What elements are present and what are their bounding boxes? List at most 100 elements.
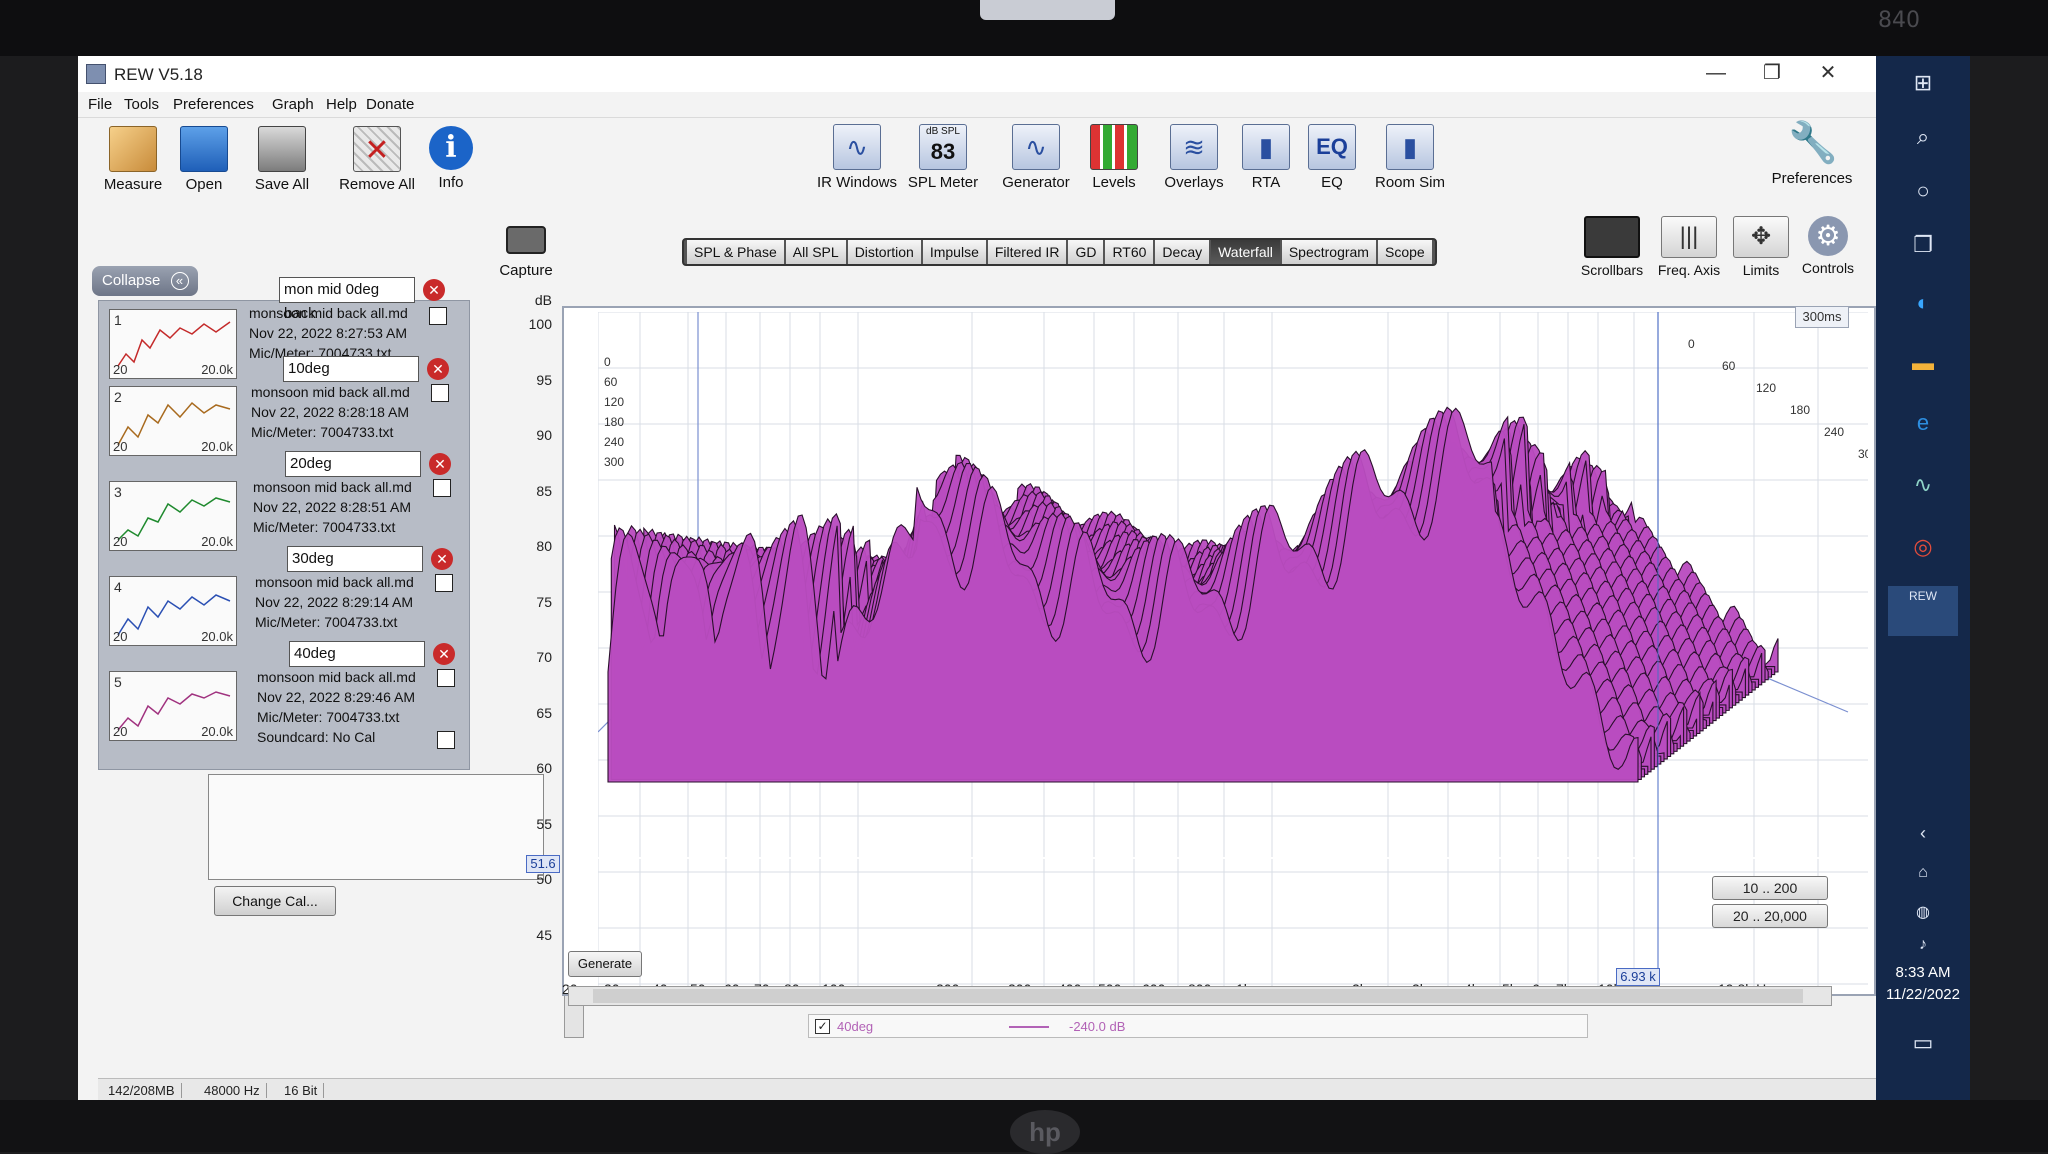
time-tick-left: 0 bbox=[604, 355, 611, 369]
waterfall-chart[interactable]: 0 60 120 180 240 300 0 60 120 180 240 300 bbox=[598, 312, 1868, 986]
room-sim-button[interactable]: ▮ Room Sim bbox=[1368, 124, 1452, 191]
tab-spectrogram[interactable]: Spectrogram bbox=[1281, 240, 1376, 264]
save-all-button[interactable]: Save All bbox=[248, 126, 316, 193]
file-explorer-icon[interactable]: ▬ bbox=[1906, 346, 1940, 380]
remove-measurement-icon[interactable]: ✕ bbox=[423, 279, 445, 301]
menu-preferences[interactable]: Preferences bbox=[173, 96, 254, 113]
limits-button[interactable]: ✥ Limits bbox=[1728, 216, 1794, 278]
measurement-name[interactable]: 10deg bbox=[283, 356, 419, 382]
measurement-name[interactable]: 40deg bbox=[289, 641, 425, 667]
measurement-meta: Mic/Meter: 7004733.txt bbox=[251, 424, 394, 440]
tab-filtered-ir[interactable]: Filtered IR bbox=[987, 240, 1067, 264]
measure-button[interactable]: Measure bbox=[100, 126, 166, 193]
menu-tools[interactable]: Tools bbox=[124, 96, 159, 113]
menu-help[interactable]: Help bbox=[326, 96, 357, 113]
measurement-date: Nov 22, 2022 8:29:14 AM bbox=[255, 594, 413, 610]
menu-file[interactable]: File bbox=[88, 96, 112, 113]
freq-axis-button[interactable]: ||| Freq. Axis bbox=[1652, 216, 1726, 278]
graph-hscrollbar[interactable] bbox=[568, 986, 1832, 1006]
title-bar[interactable]: REW V5.18 — ❐ ✕ bbox=[78, 56, 1876, 92]
pencil-icon[interactable] bbox=[437, 669, 455, 687]
edge-icon[interactable]: ◐ bbox=[1906, 286, 1940, 320]
menu-graph[interactable]: Graph bbox=[272, 96, 314, 113]
restore-button[interactable]: ❐ bbox=[1744, 58, 1800, 88]
eq-button[interactable]: EQ EQ bbox=[1304, 124, 1360, 191]
notes-icon[interactable] bbox=[437, 731, 455, 749]
pencil-icon[interactable] bbox=[433, 479, 451, 497]
close-button[interactable]: ✕ bbox=[1800, 58, 1856, 88]
ir-windows-label: IR Windows bbox=[816, 174, 898, 191]
remove-measurement-icon[interactable]: ✕ bbox=[427, 358, 449, 380]
rta-button[interactable]: ▮ RTA bbox=[1238, 124, 1294, 191]
info-button[interactable]: i Info bbox=[426, 126, 476, 191]
legend-checkbox[interactable]: ✓ bbox=[815, 1019, 830, 1034]
measurement-item[interactable]: 40deg ✕ 5 20 20.0k monsoon mid back all.… bbox=[99, 641, 471, 771]
taskbar-clock[interactable]: 8:33 AM 11/22/2022 bbox=[1876, 962, 1970, 1006]
levels-button[interactable]: Levels bbox=[1084, 124, 1144, 191]
preferences-button[interactable]: 🔧 Preferences bbox=[1764, 120, 1860, 187]
remove-measurement-icon[interactable]: ✕ bbox=[431, 548, 453, 570]
measurement-thumbnail[interactable]: 5 20 20.0k bbox=[109, 671, 237, 741]
save-all-label: Save All bbox=[254, 176, 310, 193]
generate-button[interactable]: Generate bbox=[568, 951, 642, 977]
eq-icon: EQ bbox=[1308, 124, 1356, 170]
rew-icon[interactable]: REW bbox=[1888, 586, 1958, 636]
pencil-icon[interactable] bbox=[431, 384, 449, 402]
generator-button[interactable]: ∿ Generator bbox=[996, 124, 1076, 191]
controls-label: Controls bbox=[1801, 260, 1855, 276]
minimize-button[interactable]: — bbox=[1688, 58, 1744, 88]
range-button-full[interactable]: 20 .. 20,000 bbox=[1712, 904, 1828, 928]
controls-button[interactable]: ⚙ Controls bbox=[1794, 216, 1862, 276]
volume-icon[interactable]: ♪ bbox=[1906, 928, 1940, 962]
windows-icon[interactable]: ⊞ bbox=[1906, 66, 1940, 100]
waveform-icon[interactable]: ∿ bbox=[1906, 468, 1940, 502]
tab-rt60[interactable]: RT60 bbox=[1105, 240, 1154, 264]
notification-icon[interactable]: ▭ bbox=[1906, 1026, 1940, 1060]
measurement-notes-area[interactable] bbox=[208, 774, 544, 880]
cursor-db-readout: 51.6 bbox=[526, 855, 560, 873]
globe-icon[interactable]: ◍ bbox=[1906, 896, 1940, 930]
overlays-button[interactable]: ≋ Overlays bbox=[1156, 124, 1232, 191]
measurement-file: monsoon mid back all.md bbox=[249, 305, 408, 321]
measurement-name[interactable]: mon mid 0deg back bbox=[279, 277, 415, 322]
pencil-icon[interactable] bbox=[429, 307, 447, 325]
range-button-low[interactable]: 10 .. 200 bbox=[1712, 876, 1828, 900]
tab-gd[interactable]: GD bbox=[1068, 240, 1104, 264]
network-icon[interactable]: ⌂ bbox=[1906, 856, 1940, 890]
y-tick-label: 95 bbox=[536, 371, 552, 388]
tab-all-spl[interactable]: All SPL bbox=[785, 240, 846, 264]
cortana-icon[interactable]: ○ bbox=[1906, 174, 1940, 208]
measurement-thumbnail[interactable]: 2 20 20.0k bbox=[109, 386, 237, 456]
time-tick-right: 0 bbox=[1688, 337, 1695, 351]
tab-impulse[interactable]: Impulse bbox=[922, 240, 986, 264]
tab-waterfall[interactable]: Waterfall bbox=[1211, 240, 1280, 264]
change-cal-button[interactable]: Change Cal... bbox=[214, 886, 336, 916]
open-button[interactable]: Open bbox=[176, 126, 232, 193]
menu-donate[interactable]: Donate bbox=[366, 96, 414, 113]
remove-measurement-icon[interactable]: ✕ bbox=[429, 453, 451, 475]
ie-icon[interactable]: e bbox=[1906, 406, 1940, 440]
tab-distortion[interactable]: Distortion bbox=[847, 240, 921, 264]
capture-button[interactable]: Capture bbox=[493, 226, 559, 279]
tab-scope[interactable]: Scope bbox=[1377, 240, 1432, 264]
measurement-thumbnail[interactable]: 4 20 20.0k bbox=[109, 576, 237, 646]
measurement-thumbnail[interactable]: 3 20 20.0k bbox=[109, 481, 237, 551]
measurement-index: 4 bbox=[114, 579, 122, 595]
chevron-left-icon[interactable]: ‹ bbox=[1906, 816, 1940, 850]
measurement-name[interactable]: 30deg bbox=[287, 546, 423, 572]
time-tick-left: 180 bbox=[604, 415, 624, 429]
pencil-icon[interactable] bbox=[435, 574, 453, 592]
search-icon[interactable]: ⌕ bbox=[1906, 120, 1940, 154]
ir-windows-button[interactable]: ∿ IR Windows bbox=[814, 124, 900, 191]
media-icon[interactable]: ◎ bbox=[1906, 530, 1940, 564]
spl-meter-button[interactable]: dB SPL 83 SPL Meter bbox=[904, 124, 982, 191]
remove-all-button[interactable]: Remove All bbox=[334, 126, 420, 193]
remove-measurement-icon[interactable]: ✕ bbox=[433, 643, 455, 665]
hscroll-track[interactable] bbox=[593, 989, 1803, 1003]
scrollbars-button[interactable]: Scrollbars bbox=[1574, 216, 1650, 278]
tab-spl-phase[interactable]: SPL & Phase bbox=[687, 240, 784, 264]
measurement-thumbnail[interactable]: 1 20 20.0k bbox=[109, 309, 237, 379]
task-view-icon[interactable]: ❐ bbox=[1906, 228, 1940, 262]
measurement-name[interactable]: 20deg bbox=[285, 451, 421, 477]
tab-decay[interactable]: Decay bbox=[1155, 240, 1210, 264]
